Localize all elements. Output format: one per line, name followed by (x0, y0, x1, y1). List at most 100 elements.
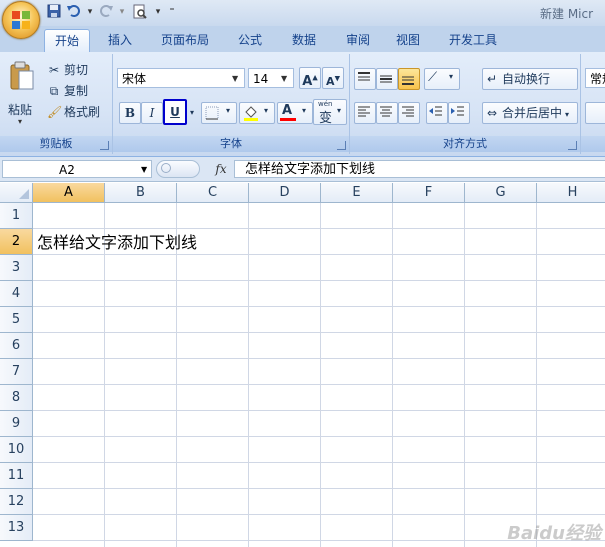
ribbon: 粘贴 ▾ ✂ 剪切 ⧉ 复制 🖌 格式刷 剪贴板 宋体 ▼ 14 ▼ A▲ A▼ B … (0, 52, 605, 157)
decrease-font-button[interactable]: A▼ (322, 67, 344, 89)
gridline (464, 203, 465, 547)
row-header-8[interactable]: 8 (0, 385, 33, 411)
font-color-button[interactable]: A ▾ (277, 102, 313, 124)
undo-icon[interactable] (66, 4, 82, 20)
gridline (33, 436, 605, 437)
column-header-c[interactable]: C (177, 183, 249, 203)
font-group-label: 字体 (113, 136, 349, 152)
row-header-2[interactable]: 2 (0, 229, 33, 255)
cell-a2[interactable]: 怎样给文字添加下划线 (37, 233, 197, 253)
office-button[interactable] (2, 1, 40, 39)
row-header-13[interactable]: 13 (0, 515, 33, 541)
align-center-button[interactable] (376, 102, 398, 124)
formula-input[interactable]: 怎样给文字添加下划线 (234, 160, 605, 178)
increase-font-button[interactable]: A▲ (299, 67, 321, 89)
paintbrush-icon: 🖌 (47, 105, 63, 119)
save-icon[interactable] (46, 4, 62, 20)
insert-function-button[interactable]: fx (212, 160, 230, 178)
row-header-3[interactable]: 3 (0, 255, 33, 281)
font-launcher-icon[interactable] (337, 141, 346, 150)
paint-bucket-icon (243, 105, 259, 124)
print-preview-icon[interactable] (132, 4, 148, 20)
formula-splitter-handle[interactable] (156, 160, 200, 178)
tab-view[interactable]: 视图 (386, 29, 430, 51)
tab-insert[interactable]: 插入 (98, 29, 142, 51)
orientation-button[interactable]: ⟋ ▾ (424, 68, 460, 90)
tab-developer[interactable]: 开发工具 (440, 29, 506, 51)
column-header-g[interactable]: G (465, 183, 537, 203)
alignment-launcher-icon[interactable] (568, 141, 577, 150)
column-header-a[interactable]: A (33, 183, 105, 203)
number-format-combo[interactable]: 常规 (585, 68, 605, 88)
fill-color-button[interactable]: ▾ (239, 102, 275, 124)
increase-indent-button[interactable] (448, 102, 470, 124)
border-button[interactable]: ▾ (201, 102, 237, 124)
merge-center-button[interactable]: ⇔ 合并后居中 ▾ (482, 102, 578, 124)
italic-button[interactable]: I (141, 102, 163, 124)
redo-icon[interactable] (98, 4, 114, 20)
tab-page-layout[interactable]: 页面布局 (152, 29, 218, 51)
phonetic-button[interactable]: wén 变 ▾ (313, 99, 347, 126)
customize-icon[interactable]: ⁼ (164, 4, 180, 20)
row-header-7[interactable]: 7 (0, 359, 33, 385)
redo-dropdown-icon[interactable]: ▾ (114, 4, 130, 20)
row-header-6[interactable]: 6 (0, 333, 33, 359)
align-right-button[interactable] (398, 102, 420, 124)
row-header-4[interactable]: 4 (0, 281, 33, 307)
name-box-dropdown-icon[interactable]: ▼ (141, 161, 147, 179)
clipboard-launcher-icon[interactable] (100, 141, 109, 150)
row-header-12[interactable]: 12 (0, 489, 33, 515)
tab-formulas[interactable]: 公式 (228, 29, 272, 51)
column-header-h[interactable]: H (537, 183, 605, 203)
row-header-11[interactable]: 11 (0, 463, 33, 489)
decrease-indent-button[interactable] (426, 102, 448, 124)
wrap-text-icon: ↵ (486, 72, 498, 86)
underline-button[interactable]: U (163, 99, 187, 125)
gridline (33, 306, 605, 307)
currency-button[interactable] (585, 102, 605, 124)
column-header-d[interactable]: D (249, 183, 321, 203)
tab-review[interactable]: 审阅 (336, 29, 380, 51)
copy-button[interactable]: ⧉ 复制 (46, 81, 110, 101)
name-box[interactable]: A2 ▼ (2, 160, 152, 178)
align-bottom-icon (402, 76, 414, 85)
number-group: 常规 (581, 54, 605, 154)
wrap-text-button[interactable]: ↵ 自动换行 (482, 68, 578, 90)
alignment-group: ⟋ ▾ ↵ 自动换行 ⇔ 合并后居中 ▾ 对齐方式 (350, 54, 581, 154)
align-center-icon (380, 106, 392, 117)
align-top-button[interactable] (354, 68, 376, 90)
column-header-f[interactable]: F (393, 183, 465, 203)
tab-home[interactable]: 开始 (44, 29, 90, 52)
row-header-5[interactable]: 5 (0, 307, 33, 333)
border-dropdown-icon: ▾ (226, 106, 231, 115)
font-name-dropdown-icon[interactable]: ▼ (232, 69, 242, 89)
orientation-icon: ⟋ (428, 70, 438, 85)
row-header-1[interactable]: 1 (0, 203, 33, 229)
format-painter-button[interactable]: 🖌 格式刷 (46, 102, 110, 122)
column-header-b[interactable]: B (105, 183, 177, 203)
underline-dropdown-icon[interactable]: ▾ (187, 102, 197, 124)
copy-label: 复制 (64, 84, 89, 98)
border-icon (205, 106, 219, 123)
align-middle-button[interactable] (376, 68, 398, 90)
select-all-corner[interactable] (0, 183, 33, 203)
paste-button[interactable]: 粘贴 ▾ (3, 58, 41, 130)
row-header-9[interactable]: 9 (0, 411, 33, 437)
column-header-e[interactable]: E (321, 183, 393, 203)
alignment-group-label: 对齐方式 (350, 136, 580, 152)
bold-button[interactable]: B (119, 102, 141, 124)
align-left-button[interactable] (354, 102, 376, 124)
formula-tools: fx (156, 160, 232, 178)
font-size-dropdown-icon[interactable]: ▼ (281, 69, 291, 89)
align-bottom-button[interactable] (398, 68, 420, 90)
gridline (33, 358, 605, 359)
font-name-combo[interactable]: 宋体 ▼ (117, 68, 245, 88)
worksheet-grid[interactable]: A B C D E F G H 1 2 3 4 5 6 7 8 9 10 11 … (0, 183, 605, 547)
tab-data[interactable]: 数据 (282, 29, 326, 51)
cut-button[interactable]: ✂ 剪切 (46, 60, 110, 80)
row-header-10[interactable]: 10 (0, 437, 33, 463)
font-size-combo[interactable]: 14 ▼ (248, 68, 294, 88)
gridline (104, 203, 105, 547)
increase-font-icon: A▲ (302, 74, 318, 90)
undo-dropdown-icon[interactable]: ▾ (82, 4, 98, 20)
